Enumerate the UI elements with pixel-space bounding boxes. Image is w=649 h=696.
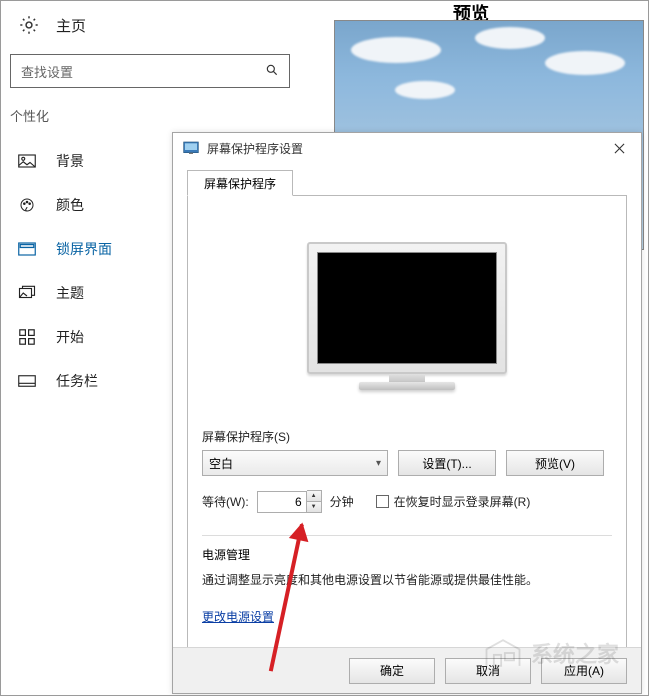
resume-checkbox[interactable]: 在恢复时显示登录屏幕(R): [376, 493, 531, 510]
sidebar-item-label: 任务栏: [56, 371, 98, 391]
search-placeholder: 查找设置: [21, 62, 73, 81]
divider: [202, 535, 612, 536]
search-input[interactable]: 查找设置: [10, 54, 290, 88]
chevron-down-icon: ▾: [376, 458, 381, 469]
tab-screensaver[interactable]: 屏幕保护程序: [187, 170, 293, 196]
search-icon: [265, 63, 279, 80]
power-description: 通过调整显示亮度和其他电源设置以节省能源或提供最佳性能。: [202, 571, 612, 588]
power-settings-link[interactable]: 更改电源设置: [202, 610, 274, 624]
sidebar-item-label: 背景: [56, 151, 84, 171]
dialog-titlebar: 屏幕保护程序设置: [173, 133, 641, 163]
wait-input[interactable]: [257, 491, 307, 513]
cancel-button[interactable]: 取消: [445, 658, 531, 684]
spin-down[interactable]: ▼: [307, 502, 321, 513]
palette-icon: [18, 197, 36, 213]
checkbox-box: [376, 495, 389, 508]
dialog-title: 屏幕保护程序设置: [207, 140, 303, 157]
lockscreen-icon: [18, 241, 36, 257]
spin-up[interactable]: ▲: [307, 491, 321, 502]
screensaver-preview-button[interactable]: 预览(V): [506, 450, 604, 476]
sidebar-item-label: 锁屏界面: [56, 239, 112, 259]
screensaver-settings-button[interactable]: 设置(T)...: [398, 450, 496, 476]
screensaver-dialog: 屏幕保护程序设置 屏幕保护程序 屏幕保护程序(S) 空白 ▾: [172, 132, 642, 694]
apply-button[interactable]: 应用(A): [541, 658, 627, 684]
sidebar-item-label: 开始: [56, 327, 84, 347]
home-label: 主页: [56, 15, 86, 36]
close-icon: [614, 143, 625, 154]
screensaver-preview-monitor: [307, 242, 507, 394]
taskbar-icon: [18, 373, 36, 389]
wait-unit: 分钟: [330, 493, 354, 510]
dialog-icon: [183, 141, 199, 155]
picture-icon: [18, 153, 36, 169]
screensaver-select[interactable]: 空白 ▾: [202, 450, 388, 476]
gear-icon: [18, 14, 40, 36]
sidebar-item-label: 主题: [56, 283, 84, 303]
wait-label: 等待(W):: [202, 493, 249, 510]
wait-spinner[interactable]: ▲ ▼: [257, 490, 322, 513]
resume-checkbox-label: 在恢复时显示登录屏幕(R): [394, 493, 531, 510]
power-section-title: 电源管理: [202, 546, 612, 563]
ok-button[interactable]: 确定: [349, 658, 435, 684]
screensaver-label: 屏幕保护程序(S): [202, 428, 612, 445]
start-icon: [18, 329, 36, 345]
themes-icon: [18, 285, 36, 301]
close-button[interactable]: [597, 133, 641, 163]
sidebar-item-label: 颜色: [56, 195, 84, 215]
screensaver-value: 空白: [209, 455, 233, 472]
